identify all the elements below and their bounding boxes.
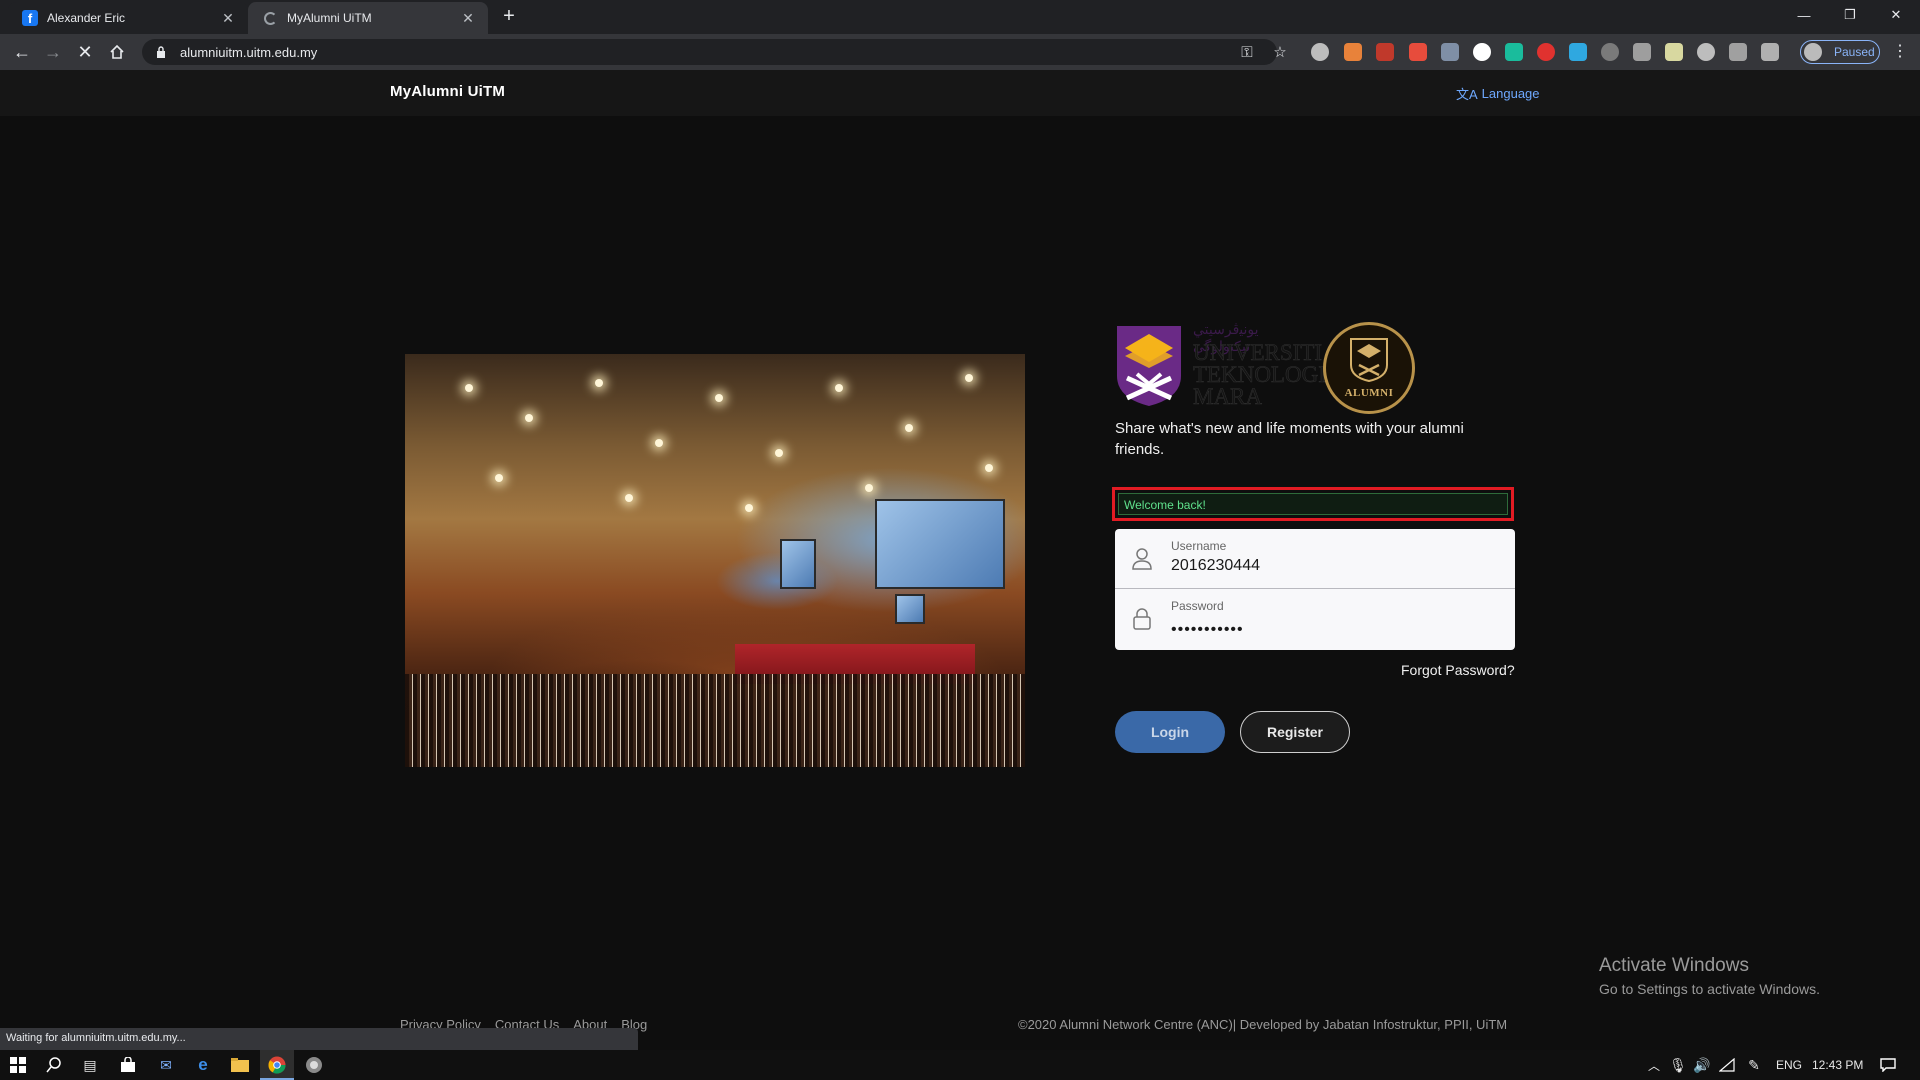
welcome-alert: Welcome back! [1118,493,1508,515]
uitm-word: TEKNOLOGI [1193,362,1326,387]
input-language[interactable]: ENG [1776,1058,1802,1072]
close-window-button[interactable]: ✕ [1873,0,1919,30]
login-form: Username 2016230444 Password ••••••••••• [1115,529,1515,650]
uitm-word: UNIVERSITI [1193,340,1323,365]
minimize-button[interactable]: — [1781,0,1827,30]
browser-status-bar: Waiting for alumniuitm.uitm.edu.my... [0,1028,638,1050]
mail-icon[interactable]: ✉ [156,1055,176,1075]
username-label: Username [1171,539,1227,553]
tab-title: Alexander Eric [47,11,126,25]
profile-status: Paused [1834,45,1875,59]
close-tab-icon[interactable]: ✕ [460,10,476,26]
chrome-icon[interactable] [267,1055,287,1075]
back-button[interactable]: ← [10,40,34,64]
alumni-seal-label: ALUMNI [1344,387,1394,399]
browser-tab-strip: f Alexander Eric ✕ MyAlumni UiTM ✕ + — ❐… [0,0,1920,34]
translate-icon: 文A [1456,87,1478,102]
extension-icon[interactable] [1505,43,1523,61]
browser-toolbar: ← → ✕ alumniuitm.uitm.edu.my ⚿ ☆ Paused … [0,34,1920,70]
extension-icon[interactable] [1311,43,1329,61]
welcome-alert-highlight: Welcome back! [1112,487,1514,521]
extension-icon[interactable] [1537,43,1555,61]
forward-button[interactable]: → [41,40,65,64]
password-field[interactable]: Password ••••••••••• [1115,589,1515,649]
logo-row: ﻳﻮﻧﻴﭬﺮﺳﻴﺘﻲ ﺗﻴﻜﻨﻮﻟﻮﮔﻲ UNIVERSITI TEKNOLOG… [1115,322,1435,416]
file-explorer-icon[interactable] [230,1055,250,1075]
copyright-text: ©2020 Alumni Network Centre (ANC)| Devel… [1018,1017,1508,1032]
store-icon[interactable] [118,1055,138,1075]
browser-menu-icon[interactable]: ⋮ [1892,43,1908,61]
app-icon[interactable] [304,1055,324,1075]
new-tab-button[interactable]: + [498,6,520,28]
windows-taskbar: ▤ ✉ e ︿ 🎙 🔊 ✎ ENG 12:43 PM [0,1050,1920,1080]
extension-icon[interactable] [1409,43,1427,61]
pen-icon[interactable]: ✎ [1744,1055,1764,1075]
show-hidden-icons[interactable]: ︿ [1644,1055,1664,1075]
user-icon [1132,548,1152,570]
site-brand[interactable]: MyAlumni UiTM [390,83,505,100]
profile-button[interactable]: Paused [1800,40,1880,64]
activate-title: Activate Windows [1599,955,1749,976]
uitm-logo [1115,324,1183,408]
windows-start-icon[interactable] [8,1055,28,1075]
extension-icon[interactable] [1665,43,1683,61]
gear-extension-icon[interactable] [1697,43,1715,61]
facebook-icon: f [22,10,38,26]
extension-icon[interactable] [1729,43,1747,61]
extension-icon[interactable] [1761,43,1779,61]
loading-spinner-icon [262,10,278,26]
activate-subtitle: Go to Settings to activate Windows. [1599,981,1820,997]
clock[interactable]: 12:43 PM [1812,1058,1863,1072]
restore-button[interactable]: ❐ [1827,0,1873,30]
site-header: MyAlumni UiTM 文A Language [0,70,1920,116]
home-button[interactable] [105,40,129,64]
task-view-icon[interactable]: ▤ [80,1055,100,1075]
extension-icon[interactable] [1633,43,1651,61]
extension-icon[interactable] [1344,43,1362,61]
uitm-word: MARA [1193,384,1263,409]
password-label: Password [1171,599,1224,613]
username-input[interactable]: 2016230444 [1171,557,1260,575]
extension-icon[interactable] [1601,43,1619,61]
microphone-icon[interactable]: 🎙 [1668,1055,1688,1075]
language-label: Language [1481,86,1540,101]
lock-icon [1133,608,1151,630]
key-icon[interactable]: ⚿ [1238,43,1256,61]
tagline: Share what's new and life moments with y… [1115,420,1464,458]
avatar [1804,43,1822,61]
search-icon[interactable] [44,1055,64,1075]
tab-title: MyAlumni UiTM [287,11,372,25]
uitm-wordmark: ﻳﻮﻧﻴﭬﺮﺳﻴﺘﻲ ﺗﻴﻜﻨﻮﻟﻮﮔﻲ UNIVERSITI TEKNOLOG… [1193,323,1326,409]
edge-icon[interactable]: e [193,1055,213,1075]
register-button[interactable]: Register [1240,711,1350,753]
username-field[interactable]: Username 2016230444 [1115,529,1515,589]
login-button[interactable]: Login [1115,711,1225,753]
extension-icon[interactable] [1569,43,1587,61]
language-selector[interactable]: 文A Language [1456,84,1540,103]
tab-alexander-eric[interactable]: f Alexander Eric ✕ [8,2,248,34]
password-input[interactable]: ••••••••••• [1171,621,1244,639]
address-bar[interactable]: alumniuitm.uitm.edu.my [142,39,1277,65]
stop-loading-button[interactable]: ✕ [73,40,97,64]
extension-icon[interactable] [1376,43,1394,61]
extension-icon[interactable] [1473,43,1491,61]
activate-windows-watermark: Activate Windows Go to Settings to activ… [1599,955,1820,997]
close-tab-icon[interactable]: ✕ [220,10,236,26]
puzzle-extension-icon[interactable] [1441,43,1459,61]
tab-myalumni[interactable]: MyAlumni UiTM ✕ [248,2,488,34]
convocation-hall-photo [405,354,1025,767]
url-text: alumniuitm.uitm.edu.my [180,44,318,60]
star-bookmark-icon[interactable]: ☆ [1271,43,1289,61]
forgot-password-link[interactable]: Forgot Password? [1401,662,1515,678]
network-icon[interactable] [1717,1055,1737,1075]
alumni-seal-logo: ALUMNI [1323,322,1415,414]
lock-icon [154,45,168,59]
volume-icon[interactable]: 🔊 [1692,1055,1712,1075]
notifications-icon[interactable] [1878,1055,1898,1075]
